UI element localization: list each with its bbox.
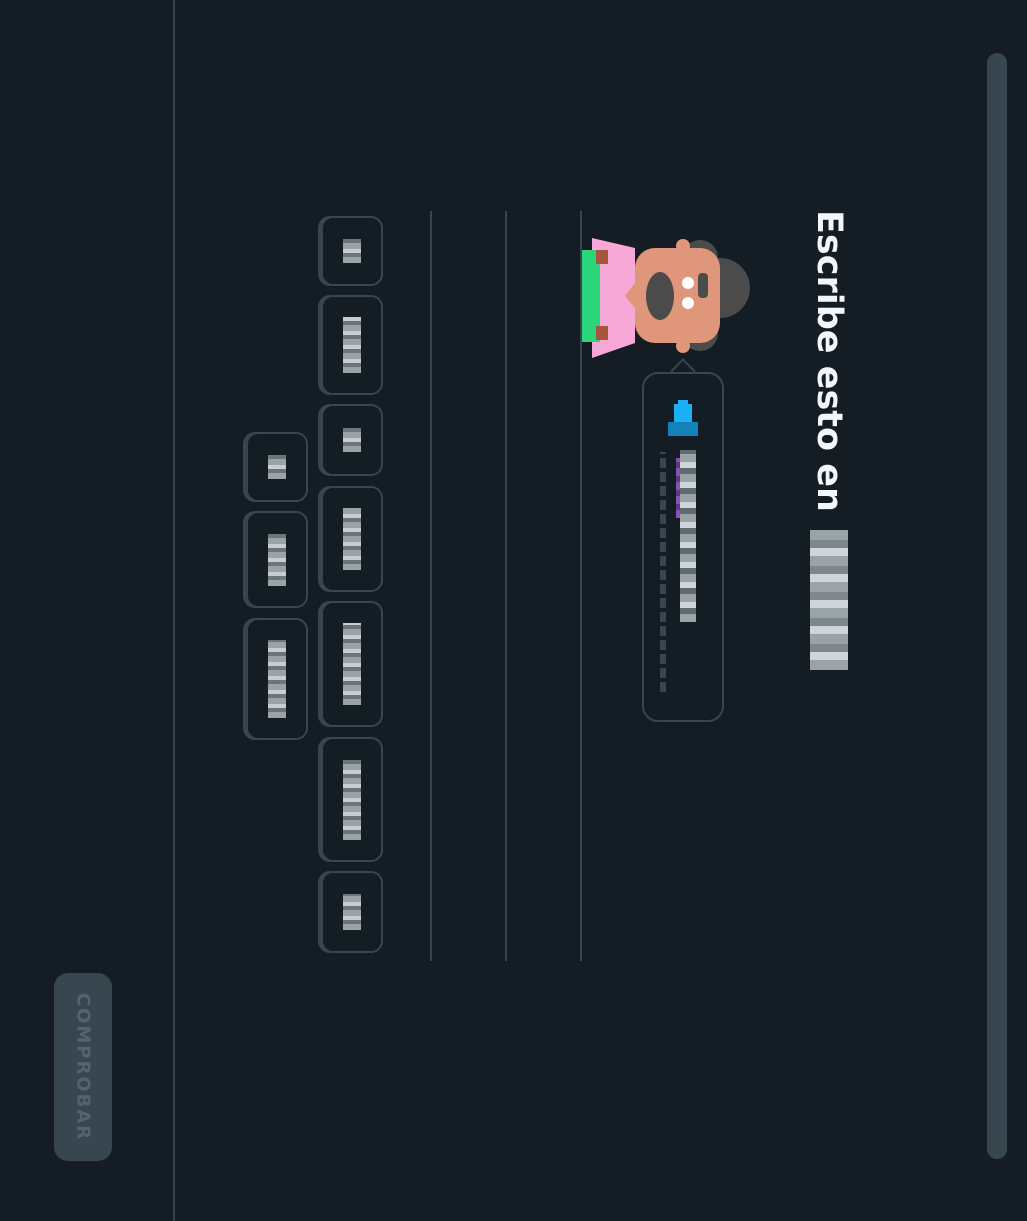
prompt-sentence[interactable] [676, 450, 696, 695]
progress-bar [987, 53, 1007, 1159]
prompt-highlight-word[interactable] [676, 458, 680, 518]
word-chip[interactable] [321, 486, 383, 592]
check-button-label: COMPROBAR [72, 992, 94, 1142]
speaker-icon[interactable] [668, 400, 698, 438]
answer-line [505, 211, 507, 961]
dotted-underline [660, 452, 666, 692]
answer-line [580, 211, 582, 961]
target-language [810, 530, 848, 671]
word-chip[interactable] [321, 404, 383, 476]
prompt-text[interactable] [680, 450, 696, 622]
word-chip[interactable] [246, 511, 308, 608]
exercise-title: Escribe esto en [809, 210, 849, 671]
title-text: Escribe esto en [809, 210, 849, 512]
footer-divider [173, 0, 175, 1221]
word-chip[interactable] [246, 432, 308, 502]
character-avatar [582, 238, 750, 358]
word-chip[interactable] [321, 295, 383, 395]
word-chip[interactable] [321, 601, 383, 727]
check-button[interactable]: COMPROBAR [54, 973, 112, 1161]
word-chip[interactable] [321, 871, 383, 953]
word-chip[interactable] [321, 737, 383, 862]
answer-line [430, 211, 432, 961]
word-chip[interactable] [246, 618, 308, 740]
word-chip[interactable] [321, 216, 383, 286]
